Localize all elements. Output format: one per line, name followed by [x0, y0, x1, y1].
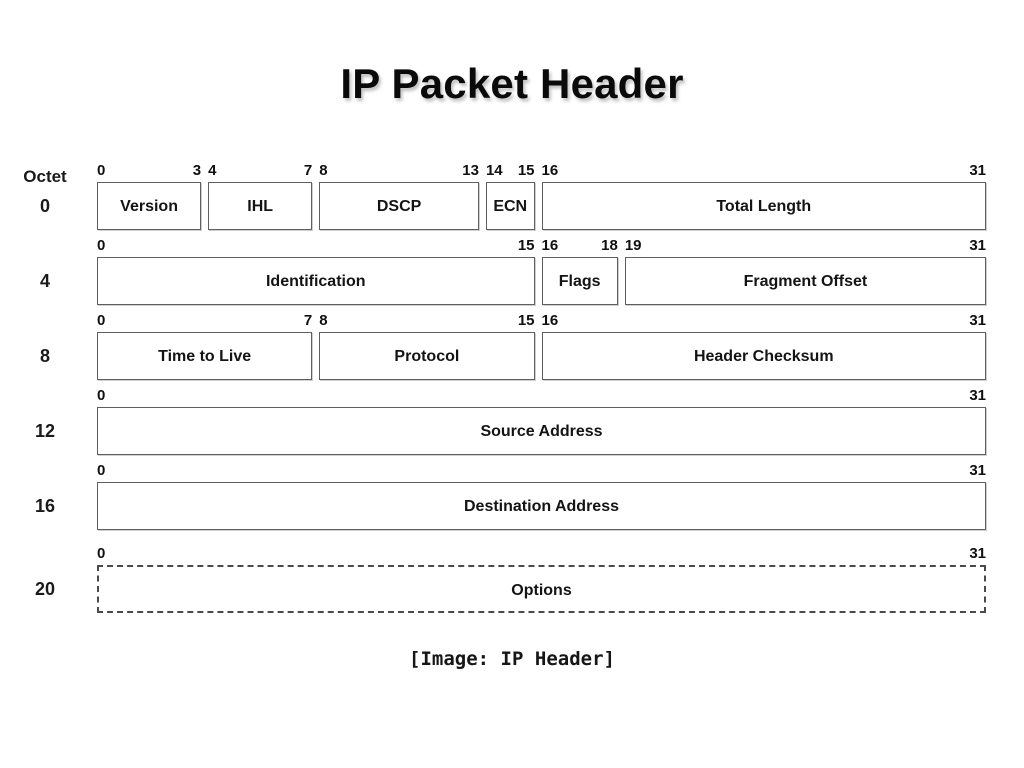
header-row: 0 31 Destination Address — [97, 463, 986, 530]
field-options: Options — [97, 565, 986, 613]
header-row: 0 7 Time to Live 8 15 Protocol 16 31 Header Chec… — [97, 313, 986, 380]
field-label: Source Address — [480, 423, 603, 440]
image-caption: [Image: IP Header] — [409, 648, 615, 670]
octet-label: 12 — [34, 421, 56, 441]
octet-label: 0 — [39, 196, 50, 216]
octet-label: 8 — [39, 346, 50, 366]
field-label: Flags — [558, 273, 601, 290]
field-ihl: IHL — [208, 182, 313, 230]
header-row: 0 31 Options — [97, 546, 986, 613]
field-label: Destination Address — [464, 498, 619, 515]
bit-number-end: 31 — [969, 162, 986, 179]
field-version: Version — [97, 182, 202, 230]
field-label: Header Checksum — [693, 348, 834, 365]
bit-number-end: 7 — [303, 312, 313, 329]
field-fragment-offset: Fragment Offset — [624, 257, 986, 305]
octet-label: 16 — [34, 496, 56, 516]
field-dscp: DSCP — [319, 182, 479, 230]
octet-label: 4 — [39, 271, 50, 291]
field-protocol: Protocol — [319, 332, 535, 380]
bit-number-end: 31 — [969, 545, 986, 562]
bit-number-end: 18 — [601, 237, 618, 254]
field-identification: Identification — [97, 257, 535, 305]
page-title: IP Packet Header — [340, 60, 684, 107]
bit-number-end: 31 — [969, 462, 986, 479]
octet-column: Octet 0 4 8 12 16 20 — [0, 160, 90, 640]
header-row: 0 15 Identification 16 18 Flags 19 31 Fragment O… — [97, 238, 986, 305]
field-label: Protocol — [394, 348, 460, 365]
octet-label: 20 — [34, 579, 56, 599]
header-row: 0 31 Source Address — [97, 388, 986, 455]
field-label: DSCP — [376, 198, 422, 215]
field-label: Version — [120, 198, 178, 215]
bit-number-end: 7 — [303, 162, 313, 179]
header-row: 0 3 Version 4 7 IHL 8 13 DSCP 14 15 ECN 16 31 Total Le… — [97, 163, 986, 230]
field-label: Time to Live — [158, 348, 252, 365]
bit-number-end: 31 — [969, 237, 986, 254]
field-destination-address: Destination Address — [97, 482, 986, 530]
bit-number-end: 13 — [462, 162, 479, 179]
ip-header-diagram: Octet 0 4 8 12 16 20 0 3 Version 4 7 IHL 8 13 DSCP 14 1… — [0, 160, 1024, 660]
field-time-to-live: Time to Live — [97, 332, 313, 380]
field-label: Identification — [265, 273, 366, 290]
octet-column-header: Octet — [23, 167, 67, 186]
bit-number-end: 31 — [969, 312, 986, 329]
field-header-checksum: Header Checksum — [541, 332, 986, 380]
bit-number-end: 31 — [969, 387, 986, 404]
bit-number-end: 15 — [517, 312, 535, 329]
field-label: Total Length — [716, 198, 812, 215]
field-label: ECN — [493, 198, 528, 215]
field-flags: Flags — [541, 257, 618, 305]
field-total-length: Total Length — [541, 182, 986, 230]
field-ecn: ECN — [485, 182, 535, 230]
bit-number-end: 15 — [517, 237, 535, 254]
bit-number-end: 3 — [192, 162, 202, 179]
field-label: Fragment Offset — [743, 273, 868, 290]
field-source-address: Source Address — [97, 407, 986, 455]
field-label: Options — [511, 582, 572, 599]
field-label: IHL — [247, 198, 274, 215]
bit-number-end: 15 — [517, 162, 535, 179]
